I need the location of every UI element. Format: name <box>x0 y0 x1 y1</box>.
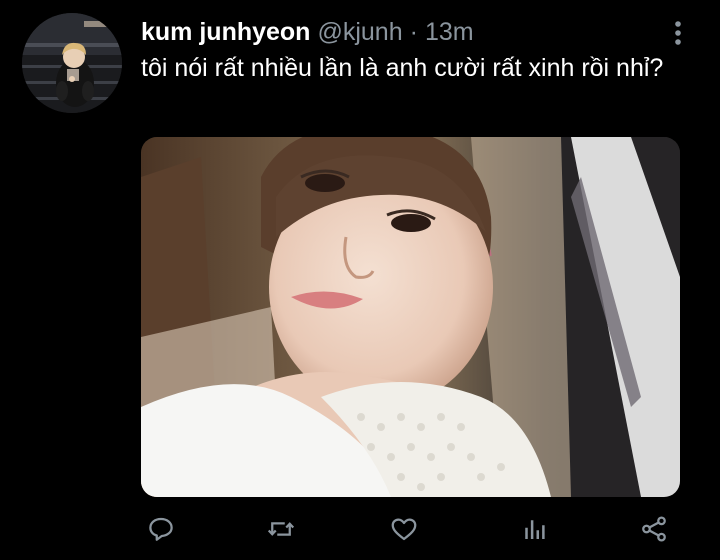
display-name[interactable]: kum junhyeon <box>141 14 310 50</box>
retweet-button[interactable] <box>261 509 301 549</box>
user-handle[interactable]: @kjunh <box>317 14 402 50</box>
analytics-button[interactable] <box>514 509 554 549</box>
avatar-image <box>22 13 122 113</box>
reply-button[interactable] <box>141 509 181 549</box>
like-button[interactable] <box>384 509 424 549</box>
avatar[interactable] <box>22 13 122 113</box>
analytics-icon <box>525 520 545 539</box>
tweet-text: tôi nói rất nhiều lần là anh cười rất xi… <box>141 54 664 82</box>
tweet-media[interactable] <box>141 137 680 497</box>
timestamp[interactable]: 13m <box>425 14 474 50</box>
media-photo <box>141 137 680 497</box>
tweet[interactable]: kum junhyeon @kjunh · 13m tôi nói rất nh… <box>0 0 720 560</box>
more-button[interactable] <box>671 18 685 48</box>
share-button[interactable] <box>634 509 674 549</box>
tweet-actions <box>141 509 681 549</box>
more-vertical-icon <box>675 21 681 45</box>
retweet-icon <box>267 522 295 536</box>
tweet-header: kum junhyeon @kjunh · 13m <box>141 14 661 50</box>
heart-icon <box>391 518 417 541</box>
share-icon <box>642 516 666 542</box>
separator-dot: · <box>409 18 418 46</box>
reply-icon <box>149 517 173 541</box>
